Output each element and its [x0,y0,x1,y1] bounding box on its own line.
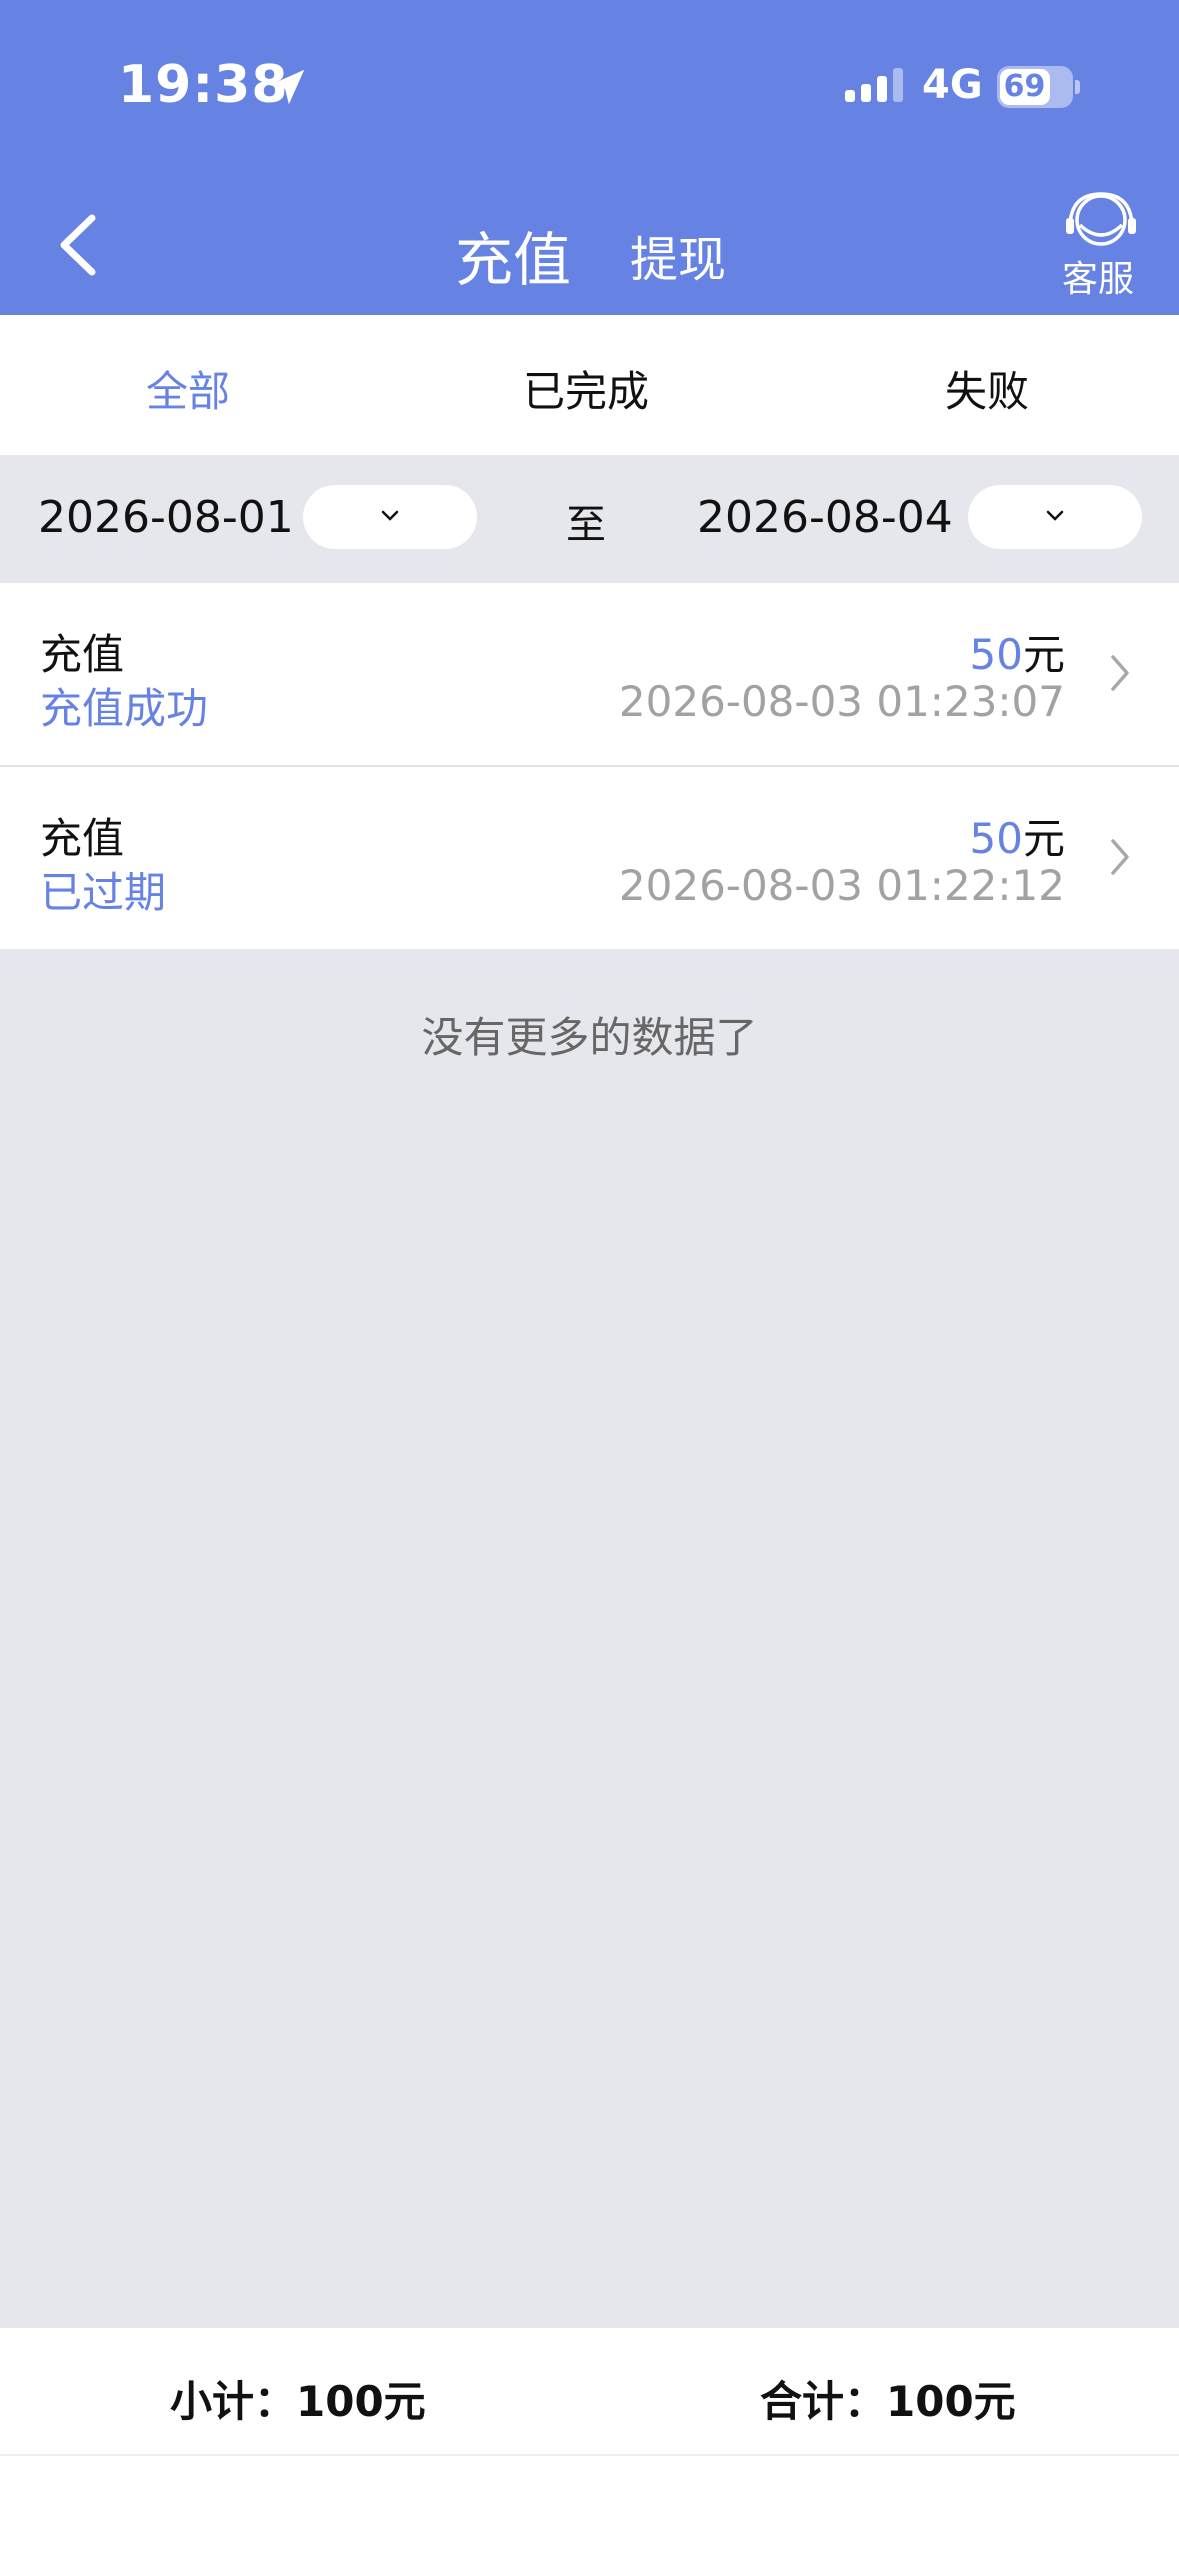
subtotal: 小计：100元 [170,2377,426,2426]
start-date[interactable]: 2026-08-01 [38,492,294,543]
chevron-down-icon [381,510,399,521]
customer-service-label[interactable]: 客服 [1062,250,1134,302]
filter-all[interactable]: 全部 [146,358,230,419]
record-title: 充值 [40,814,125,863]
bottom-safe-area [0,2454,1179,2556]
network-type: 4G [922,62,983,108]
page: 19:38 4G 69 充值 提现 客服 全部 已完成 失败 2026-08-0… [0,0,1179,2556]
tab-recharge[interactable]: 充值 [455,213,571,297]
end-date[interactable]: 2026-08-04 [697,492,953,543]
start-date-dropdown[interactable] [303,485,477,549]
chevron-down-icon [1046,510,1064,521]
record-status: 已过期 [40,868,167,917]
signal-icon [845,68,903,102]
end-date-dropdown[interactable] [968,485,1142,549]
chevron-right-icon [1111,839,1129,875]
record-status: 充值成功 [40,684,209,733]
back-arrow-icon[interactable] [52,210,108,280]
tab-withdraw[interactable]: 提现 [630,220,726,290]
header: 19:38 4G 69 充值 提现 客服 [0,0,1179,315]
date-range: 2026-08-01 至 2026-08-04 [0,455,1179,583]
date-range-separator: 至 [566,502,606,548]
battery-level: 69 [1003,69,1046,104]
list-item[interactable]: 充值 充值成功 50元 2026-08-03 01:23:07 [0,583,1179,765]
filter-tabs: 全部 已完成 失败 [0,315,1179,455]
record-time: 2026-08-03 01:22:12 [618,861,1065,910]
no-more-data-text: 没有更多的数据了 [421,1013,758,1062]
record-time: 2026-08-03 01:23:07 [618,677,1065,726]
filter-failed[interactable]: 失败 [945,358,1029,419]
list-item[interactable]: 充值 已过期 50元 2026-08-03 01:22:12 [0,767,1179,949]
chevron-right-icon [1111,655,1129,691]
record-title: 充值 [40,630,125,679]
summary-bar: 小计：100元 合计：100元 [0,2328,1179,2454]
record-amount: 50元 [969,814,1065,863]
total: 合计：100元 [760,2377,1016,2426]
location-arrow-icon [269,69,305,105]
filter-completed[interactable]: 已完成 [523,358,649,419]
battery-icon: 69 [997,66,1080,108]
status-time: 19:38 [118,55,289,115]
record-amount: 50元 [969,630,1065,679]
